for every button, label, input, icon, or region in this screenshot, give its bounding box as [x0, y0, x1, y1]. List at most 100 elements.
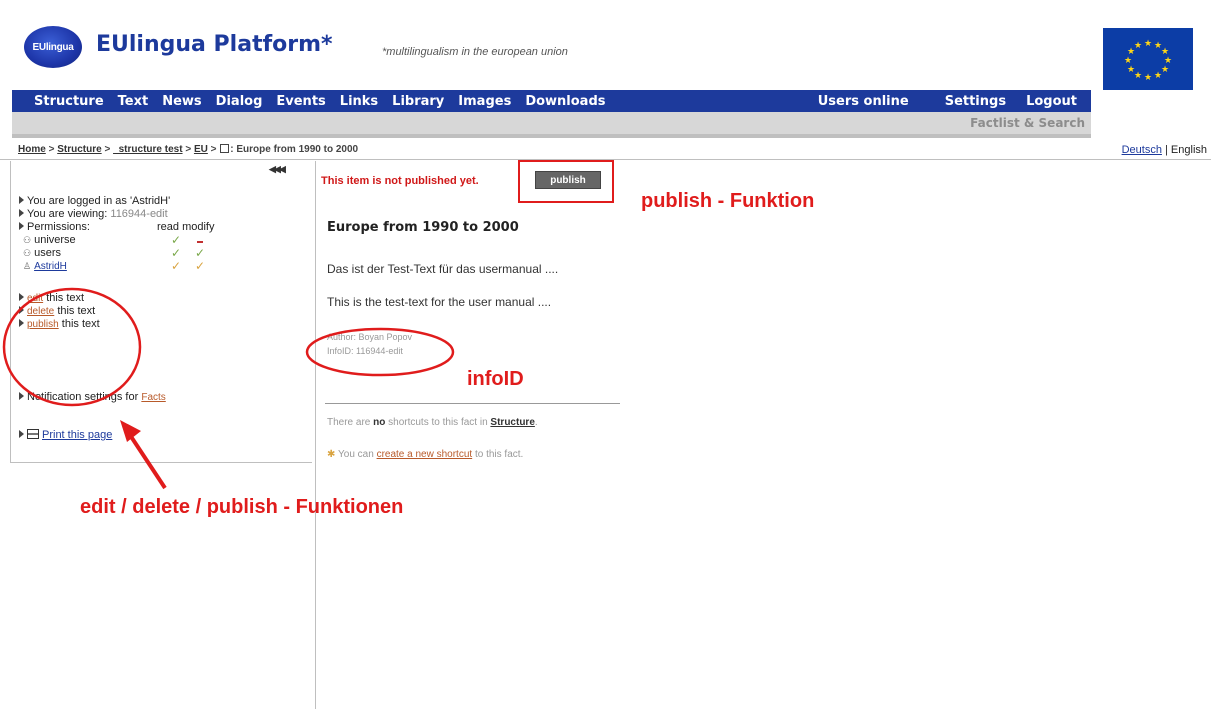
group-icon: ⚇ — [23, 248, 32, 258]
not-published-warning: This item is not published yet. — [321, 175, 479, 187]
bullet-icon — [19, 306, 24, 314]
breadcrumb-structure[interactable]: Structure — [57, 144, 101, 155]
breadcrumb-separator: > — [185, 144, 192, 155]
lang-deutsch[interactable]: Deutsch — [1122, 144, 1162, 156]
breadcrumb-home[interactable]: Home — [18, 144, 46, 155]
breadcrumb-structure-test[interactable]: _structure test — [113, 144, 182, 155]
permission-row-universe: ⚇ universe — [23, 234, 76, 246]
permission-row-users: ⚇ users — [23, 247, 61, 259]
bullet-icon — [19, 430, 24, 438]
nav-links[interactable]: Links — [340, 94, 378, 109]
language-switch: Deutsch | English — [1122, 144, 1207, 156]
annotation-infoid: infoID — [467, 368, 524, 390]
nav-events[interactable]: Events — [276, 94, 325, 109]
bullet-icon — [19, 293, 24, 301]
info-sidebar: ◀◀◀ You are logged in as 'AstridH' You a… — [10, 161, 312, 463]
nav-logout[interactable]: Logout — [1026, 94, 1077, 109]
edit-link[interactable]: edit — [27, 293, 43, 304]
nav-images[interactable]: Images — [458, 94, 511, 109]
delete-link[interactable]: delete — [27, 306, 54, 317]
no-modify-icon — [197, 241, 203, 243]
lang-english[interactable]: English — [1171, 144, 1207, 156]
publish-highlight-box — [518, 160, 614, 203]
text-english: This is the test-text for the user manua… — [327, 295, 552, 309]
breadcrumb-current: : Europe from 1990 to 2000 — [230, 144, 359, 155]
permissions-header: read modify — [157, 221, 215, 233]
nav-users-online[interactable]: Users online — [818, 94, 909, 109]
factlist-search-link[interactable]: Factlist & Search — [970, 116, 1085, 130]
logged-in-line: You are logged in as 'AstridH' — [19, 195, 170, 207]
breadcrumb-separator: > — [104, 144, 111, 155]
shortcut-star-icon: ✱ — [327, 449, 336, 460]
bullet-icon — [19, 196, 24, 204]
svg-text:★: ★ — [1144, 39, 1152, 49]
svg-text:★: ★ — [1161, 65, 1169, 75]
svg-text:★: ★ — [1134, 41, 1142, 51]
create-shortcut-line: ✱ You can create a new shortcut to this … — [327, 449, 524, 460]
user-icon: ♙ — [23, 261, 32, 271]
modify-check-icon: ✓ — [195, 246, 206, 260]
viewing-line: You are viewing: 116944-edit — [19, 208, 168, 220]
printer-icon — [27, 429, 39, 439]
bullet-icon — [19, 319, 24, 327]
bullet-icon — [19, 209, 24, 217]
publish-link[interactable]: publish — [27, 319, 59, 330]
svg-text:★: ★ — [1154, 71, 1162, 81]
modify-check-icon: ✓ — [195, 259, 206, 273]
nav-settings[interactable]: Settings — [945, 94, 1006, 109]
read-check-icon: ✓ — [171, 246, 182, 260]
nav-dialog[interactable]: Dialog — [216, 94, 263, 109]
print-line: Print this page — [19, 429, 112, 441]
viewing-id: 116944-edit — [110, 208, 168, 220]
facts-link[interactable]: Facts — [141, 392, 165, 403]
subnav-bar: Factlist & Search — [12, 112, 1091, 134]
breadcrumb-separator: > — [210, 144, 217, 155]
eu-flag-icon: ★ ★ ★ ★ ★ ★ ★ ★ ★ ★ ★ ★ — [1103, 28, 1193, 90]
bullet-icon — [19, 392, 24, 400]
column-divider — [315, 161, 316, 709]
user-link[interactable]: AstridH — [34, 261, 67, 272]
eulingua-logo[interactable]: EUlingua — [24, 26, 82, 68]
platform-title: EUlingua Platform* — [96, 32, 333, 57]
permission-row-user: ♙ AstridH — [23, 260, 67, 272]
breadcrumb-separator: > — [48, 144, 55, 155]
delete-action: delete this text — [19, 305, 95, 317]
collapse-sidebar-icon[interactable]: ◀◀◀ — [269, 164, 286, 175]
content-separator — [325, 403, 620, 404]
nav-structure[interactable]: Structure — [34, 94, 104, 109]
lang-separator: | — [1165, 144, 1168, 156]
breadcrumb: Home > Structure > _structure test > EU … — [0, 140, 1211, 160]
text-german: Das ist der Test-Text für das usermanual… — [327, 262, 559, 276]
svg-text:★: ★ — [1144, 73, 1152, 83]
create-shortcut-link[interactable]: create a new shortcut — [377, 449, 473, 460]
tagline: *multilingualism in the european union — [382, 46, 568, 58]
shortcuts-info: There are no shortcuts to this fact in S… — [327, 417, 538, 428]
nav-news[interactable]: News — [162, 94, 201, 109]
info-id: InfoID: 116944-edit — [327, 346, 403, 356]
nav-library[interactable]: Library — [392, 94, 444, 109]
author-line: Author: Boyan Popov — [327, 332, 413, 342]
item-title: Europe from 1990 to 2000 — [327, 220, 519, 235]
breadcrumb-eu[interactable]: EU — [194, 144, 208, 155]
structure-link[interactable]: Structure — [490, 417, 534, 428]
nav-downloads[interactable]: Downloads — [525, 94, 605, 109]
read-check-icon: ✓ — [171, 233, 182, 247]
subnav-divider — [12, 134, 1091, 138]
svg-text:★: ★ — [1134, 71, 1142, 81]
annotation-publish: publish - Funktion — [641, 190, 815, 212]
main-nav: Structure Text News Dialog Events Links … — [12, 90, 1091, 112]
annotation-functions: edit / delete / publish - Funktionen — [80, 496, 404, 518]
bullet-icon — [19, 222, 24, 230]
svg-text:★: ★ — [1124, 56, 1132, 66]
permissions-label: Permissions: — [19, 221, 90, 233]
publish-action: publish this text — [19, 318, 100, 330]
group-icon: ⚇ — [23, 235, 32, 245]
nav-text[interactable]: Text — [118, 94, 149, 109]
edit-action: edit this text — [19, 292, 84, 304]
shortcut-icon[interactable] — [220, 144, 230, 153]
notification-line: Notification settings for Facts — [19, 391, 166, 403]
svg-text:★: ★ — [1127, 65, 1135, 75]
print-page-link[interactable]: Print this page — [42, 429, 112, 441]
read-check-icon: ✓ — [171, 259, 182, 273]
site-header: EUlingua EUlingua Platform* *multilingua… — [12, 22, 1092, 88]
